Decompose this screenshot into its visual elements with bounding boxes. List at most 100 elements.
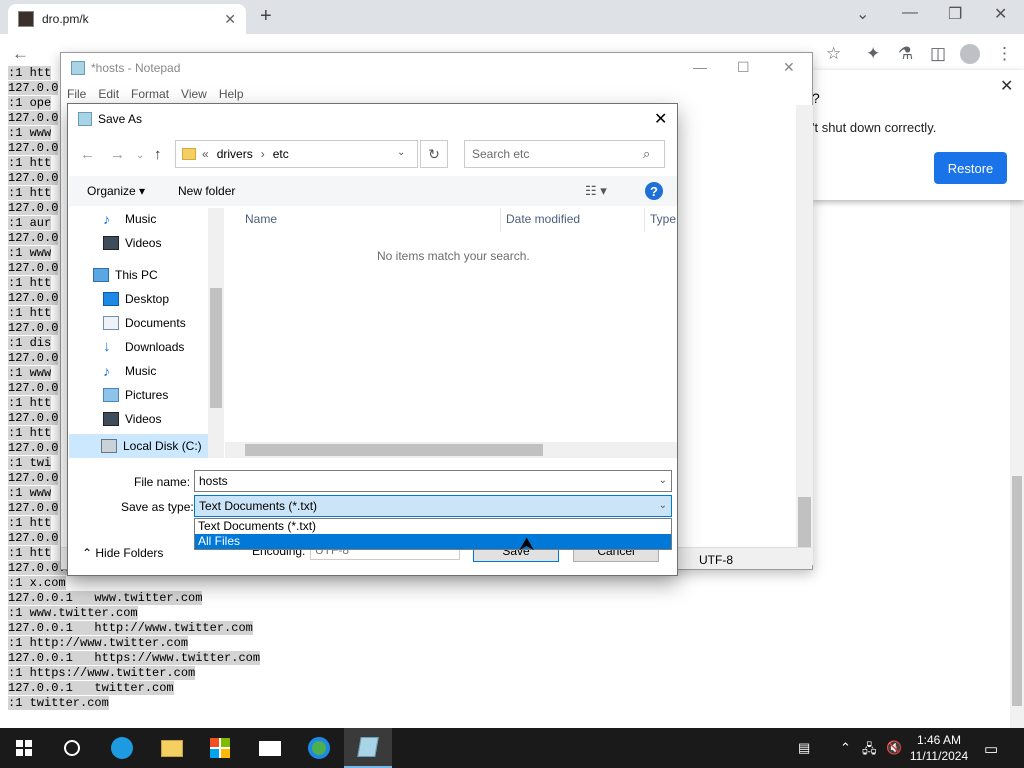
column-name[interactable]: Name [245,212,277,226]
navigation-scrollbar[interactable] [208,208,224,458]
nav-item-downloads[interactable]: ↓ Downloads [103,339,184,354]
hosts-line-text: 127.0.0 [8,411,59,425]
tab-search-icon[interactable]: ⌄ [856,4,869,24]
nav-item-music[interactable]: ♪ Music [103,212,156,226]
close-window-icon[interactable]: ✕ [994,4,1007,24]
nav-item-documents[interactable]: Documents [103,316,186,330]
page-scrollbar-thumb[interactable] [1012,476,1022,706]
taskbar-file-explorer[interactable] [148,728,196,768]
nav-item-local-disk[interactable]: Local Disk (C:) [69,434,209,458]
menu-edit[interactable]: Edit [98,83,125,105]
new-tab-icon[interactable]: + [260,5,272,28]
refresh-icon[interactable]: ↻ [420,140,448,168]
search-button[interactable] [48,728,96,768]
minimize-icon[interactable]: — [902,4,918,22]
hide-folders-button[interactable]: ⌃ Hide Folders [82,546,163,560]
nav-item-music[interactable]: ♪ Music [103,364,156,378]
network-icon[interactable]: 🖧 [862,740,877,762]
save-type-value: Text Documents (*.txt) [199,499,318,513]
breadcrumb-overflow[interactable]: « [202,147,209,161]
extension-flask-icon[interactable]: ⚗ [898,44,913,64]
up-folder-icon[interactable]: ↑ [154,146,162,163]
back-icon[interactable]: ← [80,146,95,163]
menu-file[interactable]: File [67,83,92,105]
close-icon[interactable]: ✕ [1000,76,1013,96]
chevron-up-icon[interactable]: ⌃ [840,740,851,756]
menu-help[interactable]: Help [219,83,250,105]
hosts-line-text: 127.0.0 [8,81,59,95]
close-tab-icon[interactable]: ✕ [224,11,236,28]
chevron-right-icon[interactable]: › [261,147,265,161]
recent-locations-icon[interactable]: ⌄ [136,150,144,161]
chevron-down-icon[interactable]: ⌄ [659,475,667,486]
documents-icon [103,316,119,330]
navigation-scrollbar-thumb[interactable] [210,288,222,408]
nav-item-this-pc[interactable]: This PC [93,268,158,282]
restore-button[interactable]: Restore [934,152,1007,184]
minimize-icon[interactable]: — [693,59,707,75]
hosts-line-text: 127.0.0.1 www.twitter.com [8,591,203,605]
hosts-line-text: 127.0.0.1 http://www.twitter.com [8,621,253,635]
menu-view[interactable]: View [181,83,213,105]
hosts-line-text: 127.0.0 [8,201,59,215]
chevron-down-icon[interactable]: ⌄ [659,500,667,511]
view-options-icon[interactable]: ☷ ▾ [585,183,607,199]
restore-window-icon[interactable]: ❐ [948,4,962,24]
menu-kebab-icon[interactable]: ⋮ [996,44,1013,64]
action-center-icon[interactable]: ▤ [798,740,810,756]
help-icon[interactable]: ? [645,182,663,200]
search-input[interactable]: Search etc ⌕ [464,140,665,168]
music-icon: ♪ [103,211,110,227]
chevron-up-icon: ⌃ [82,546,96,560]
chevron-down-icon[interactable]: ⌄ [397,147,405,158]
column-type[interactable]: Type [650,212,676,226]
taskbar-notepad[interactable] [344,728,392,768]
hosts-line-text: :1 www.twitter.com [8,606,138,620]
search-icon[interactable]: ⌕ [643,146,650,162]
nav-item-videos[interactable]: Videos [103,412,161,426]
side-panel-icon[interactable]: ◫ [930,44,946,64]
clock-date: 11/11/2024 [909,749,969,763]
taskbar-chrome[interactable] [295,728,343,768]
notifications-icon[interactable]: ▭ [984,740,998,758]
nav-item-videos[interactable]: Videos [103,236,161,250]
close-icon[interactable]: ✕ [654,109,667,129]
menu-format[interactable]: Format [131,83,175,105]
option-text-documents[interactable]: Text Documents (*.txt) [195,519,671,534]
column-divider[interactable] [644,208,645,232]
hosts-line-text: :1 htt [8,66,52,80]
profile-avatar[interactable] [960,44,980,64]
bookmark-star-icon[interactable]: ☆ [826,44,841,64]
nav-item-pictures[interactable]: Pictures [103,388,168,402]
taskbar-mail[interactable] [246,728,294,768]
taskbar-edge[interactable] [98,728,146,768]
file-list-scrollbar-thumb[interactable] [245,444,543,456]
dialog-titlebar[interactable]: Save As [68,104,677,134]
clock[interactable]: 1:46 AM 11/11/2024 [906,732,972,764]
start-button[interactable] [0,728,48,768]
column-divider[interactable] [500,208,501,232]
taskbar-store[interactable] [196,728,244,768]
breadcrumb-drivers[interactable]: drivers [217,147,253,161]
maximize-icon[interactable]: ☐ [737,59,750,76]
file-list-scrollbar[interactable] [225,442,677,458]
forward-icon[interactable]: → [110,146,125,163]
breadcrumb-etc[interactable]: etc [273,147,289,161]
nav-item-desktop[interactable]: Desktop [103,292,169,306]
videos-icon [103,412,119,426]
notepad-scrollbar[interactable] [796,105,813,565]
new-folder-button[interactable]: New folder [178,184,235,198]
column-date-modified[interactable]: Date modified [506,212,580,226]
extensions-icon[interactable]: ✦ [866,44,880,64]
back-icon[interactable]: ← [12,44,29,64]
close-icon[interactable]: ✕ [783,59,795,76]
organize-button[interactable]: Organize ▾ [87,184,145,198]
save-type-select[interactable]: Text Documents (*.txt) ⌄ [194,495,672,517]
hosts-line-text: :1 htt [8,516,52,530]
address-bar[interactable]: « drivers › etc ⌄ [175,140,418,168]
volume-muted-icon[interactable]: 🔇 [886,740,902,756]
pictures-icon [103,388,119,402]
browser-tab[interactable]: dro.pm/k ✕ [8,4,246,34]
option-all-files[interactable]: All Files [195,534,671,549]
file-name-input[interactable]: hosts ⌄ [194,470,672,492]
